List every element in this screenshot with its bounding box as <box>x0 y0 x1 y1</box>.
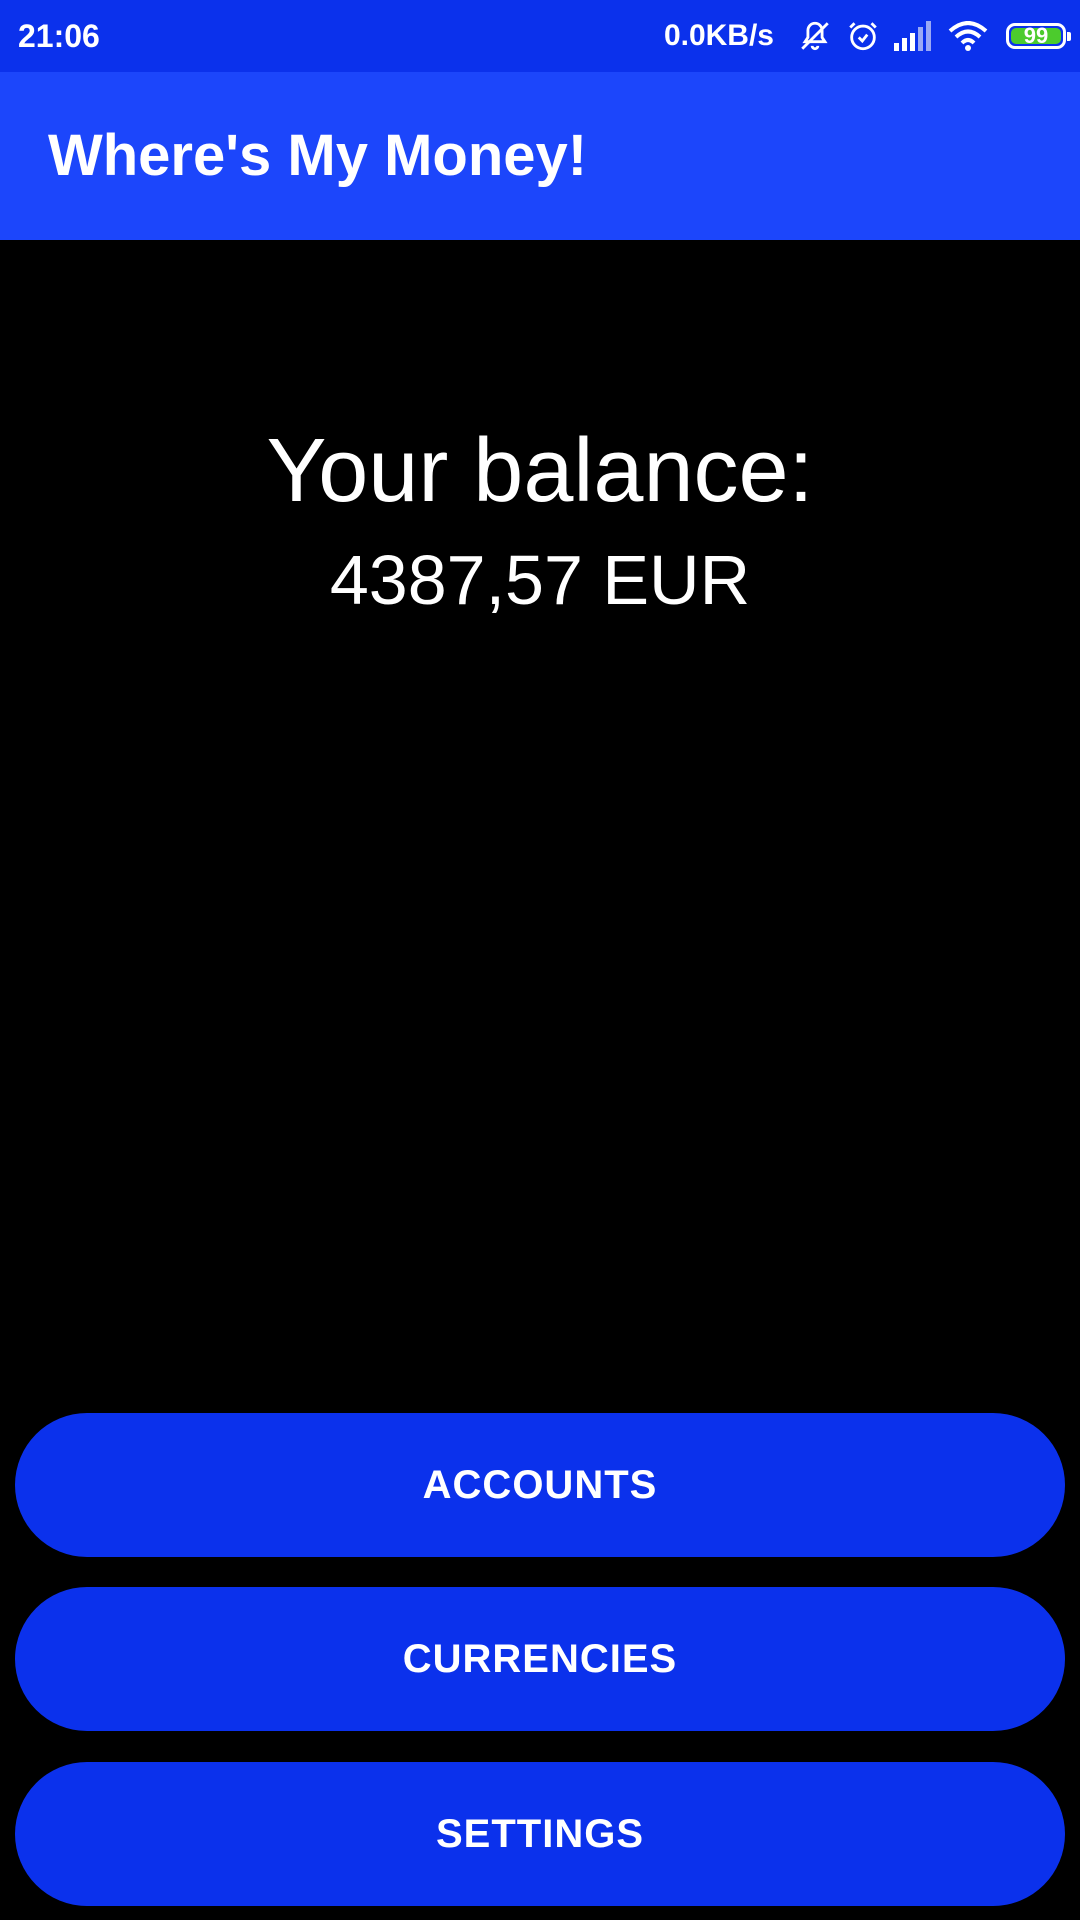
settings-button-label: SETTINGS <box>435 1811 645 1856</box>
currencies-button[interactable]: CURRENCIES <box>15 1587 1065 1731</box>
battery-icon: 99 <box>1006 23 1071 49</box>
currencies-button-label: CURRENCIES <box>402 1636 678 1681</box>
status-bar: 21:06 0.0KB/s 99 <box>0 0 1080 72</box>
alarm-icon <box>846 19 880 53</box>
status-time: 21:06 <box>18 18 100 54</box>
wifi-icon <box>948 21 988 51</box>
accounts-button-label: ACCOUNTS <box>422 1462 658 1507</box>
network-speed: 0.0KB/s <box>663 19 774 52</box>
bell-off-icon <box>798 19 832 53</box>
settings-button[interactable]: SETTINGS <box>15 1762 1065 1906</box>
balance-value: 4387,57 EUR <box>329 541 751 619</box>
signal-icon <box>894 21 934 51</box>
balance-label: Your balance: <box>266 421 814 521</box>
accounts-button[interactable]: ACCOUNTS <box>15 1413 1065 1557</box>
main-screen: 21:06 0.0KB/s 99 Where's My Money! Your … <box>0 0 1080 1920</box>
status-icons: 0.0KB/s 99 <box>663 0 1071 72</box>
battery-percent: 99 <box>1023 23 1049 48</box>
battery-tip <box>1067 32 1071 41</box>
app-title: Where's My Money! <box>48 123 588 188</box>
app-bar: Where's My Money! <box>0 72 1080 240</box>
